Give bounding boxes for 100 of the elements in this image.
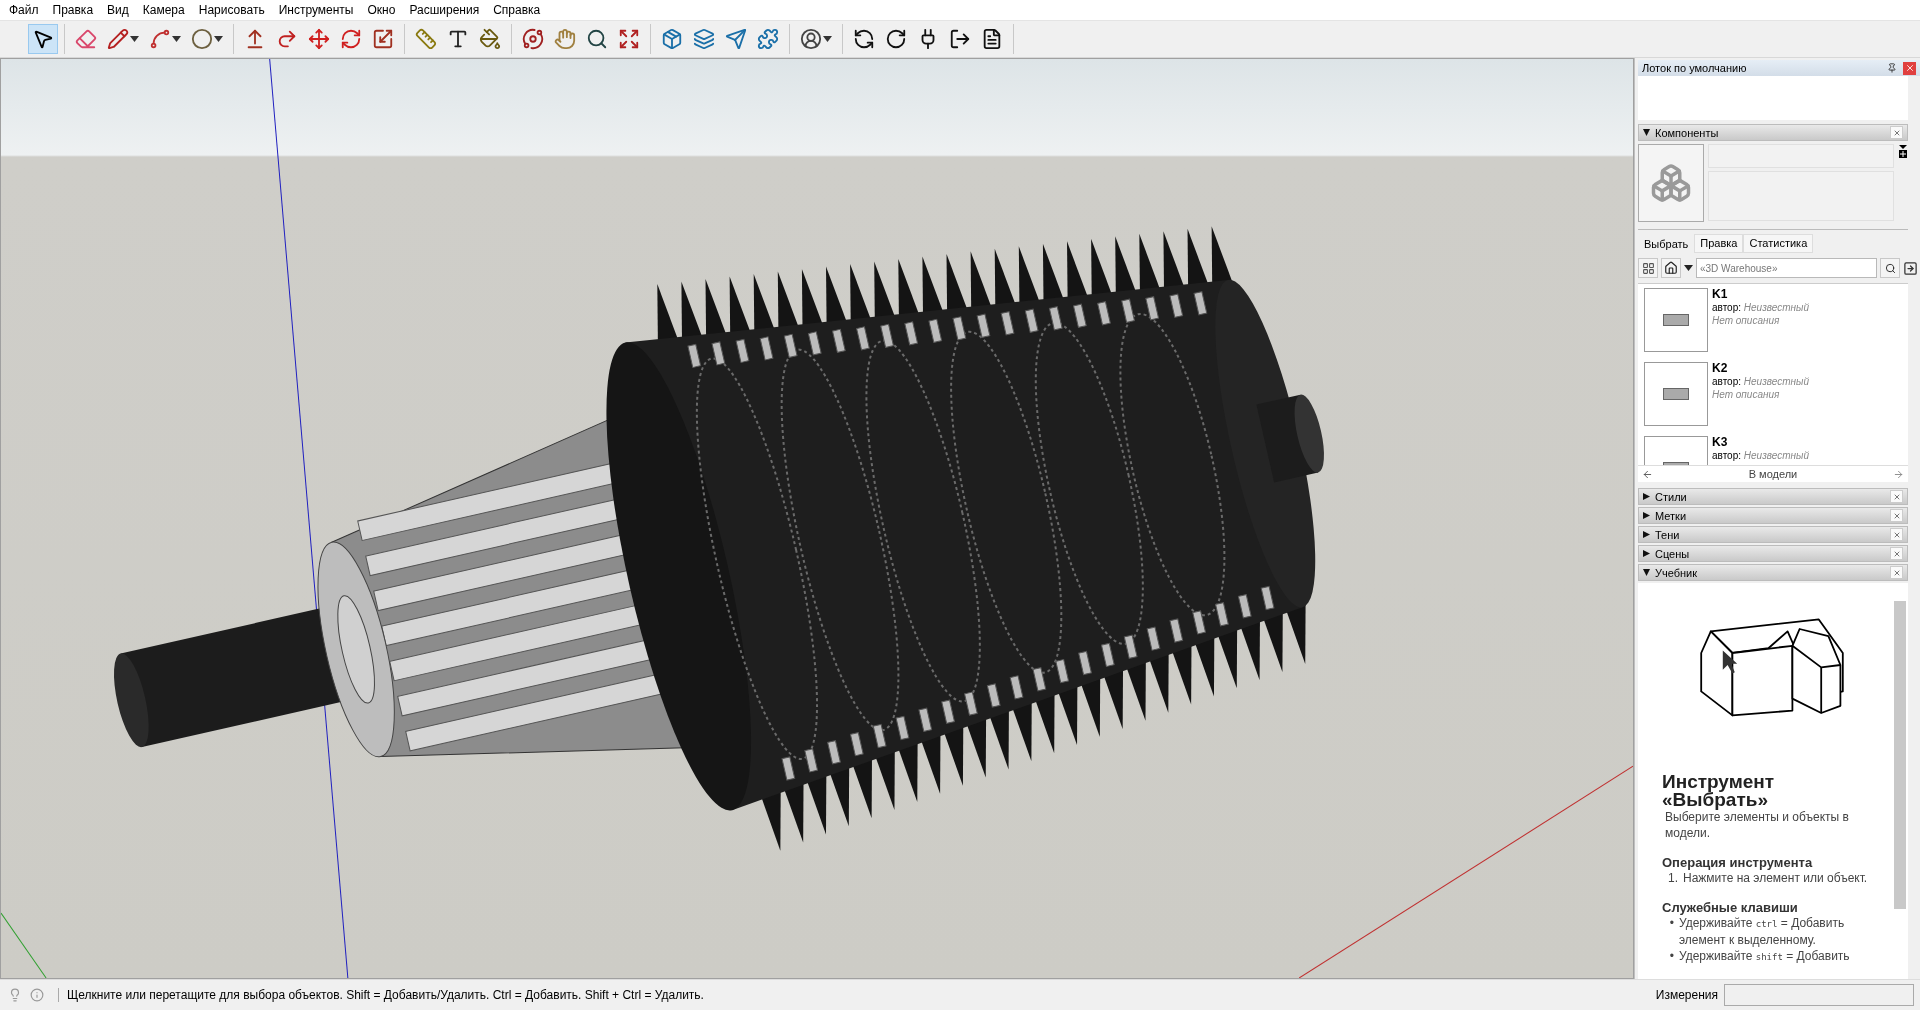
curved-arrow-icon — [276, 28, 298, 50]
paint-bucket-icon — [479, 28, 501, 50]
package-icon — [661, 28, 683, 50]
instructor-step: Удерживайте ctrl = Добавить элемент к выделенному. — [1679, 915, 1884, 948]
send-icon — [725, 28, 747, 50]
component-drawing — [1663, 314, 1689, 326]
move-arrows-icon — [308, 28, 330, 50]
component-name[interactable]: K1 — [1712, 288, 1809, 301]
reload-icon — [885, 28, 907, 50]
zoom-extents-icon — [618, 28, 640, 50]
details-menu-icon[interactable] — [1898, 144, 1908, 158]
stacked-layers-icon — [693, 28, 715, 50]
component-author: автор: Неизвестный — [1712, 375, 1809, 388]
back-button[interactable] — [1642, 468, 1653, 480]
tape-measure-icon — [415, 28, 437, 50]
instructor-step: Нажмите на элемент или объект. — [1683, 870, 1884, 886]
rotate-arrows-icon — [340, 28, 362, 50]
component-author: автор: Неизвестный — [1712, 449, 1809, 462]
instructor-heading: Операция инструмента — [1662, 855, 1814, 870]
menu-item[interactable]: Файл — [2, 3, 46, 17]
section-header[interactable]: Тени — [1638, 526, 1908, 543]
search-field[interactable]: «3D Warehouse» — [1696, 258, 1877, 278]
close-icon[interactable] — [1890, 566, 1903, 579]
pin-button[interactable] — [1887, 63, 1897, 73]
list-marker: • — [1668, 948, 1674, 965]
forward-button[interactable] — [1893, 468, 1904, 480]
component-drawing — [1663, 388, 1689, 400]
close-icon[interactable] — [1890, 126, 1903, 139]
search-button[interactable] — [1880, 258, 1900, 278]
menu-item[interactable]: Вид — [100, 3, 136, 17]
home-button[interactable] — [1661, 258, 1681, 278]
collection-label: В модели — [1747, 468, 1799, 480]
status-message: Щелкните или перетащите для выбора объектов. Shift = Добавить/Удалить. Ctrl = Добавить. Shift + Ctrl = Удалить. — [58, 988, 1656, 1002]
3d-viewport[interactable] — [0, 58, 1634, 979]
circle-icon — [191, 28, 213, 50]
collapsed-triangle-icon — [1643, 493, 1650, 500]
axis-line — [1, 912, 47, 978]
list-marker: • — [1668, 915, 1674, 932]
close-icon[interactable] — [1890, 528, 1903, 541]
orbit-icon — [522, 28, 544, 50]
close-icon[interactable] — [1890, 490, 1903, 503]
arrow-cursor-icon — [32, 28, 54, 50]
component-description: Нет описания — [1712, 314, 1781, 327]
section-header[interactable]: Сцены — [1638, 545, 1908, 562]
section-header[interactable]: Метки — [1638, 507, 1908, 524]
menu-item[interactable]: Расширения — [402, 3, 487, 17]
cubes-icon — [1650, 162, 1692, 204]
reload-icon — [853, 28, 875, 50]
zoom-icon — [586, 28, 608, 50]
measurements-label: Измерения — [1655, 988, 1718, 1002]
tray-title: Лоток по умолчанию — [1642, 62, 1748, 74]
home-icon — [1664, 261, 1678, 275]
list-marker: 1. — [1667, 870, 1678, 886]
instructor-heading: Служебные клавиши — [1662, 900, 1799, 915]
close-button[interactable] — [1903, 61, 1916, 75]
expanded-triangle-icon — [1643, 129, 1650, 136]
component-name[interactable]: K3 — [1712, 436, 1809, 449]
close-icon[interactable] — [1890, 509, 1903, 522]
collapsed-triangle-icon — [1643, 531, 1650, 538]
panel-tab[interactable]: Правка — [1694, 234, 1744, 253]
caret-icon — [823, 36, 832, 42]
component-thumbnail[interactable] — [1644, 288, 1708, 352]
measurements-field[interactable] — [1724, 984, 1914, 1006]
menu-item[interactable]: Нарисовать — [191, 3, 272, 17]
view-options-button[interactable] — [1638, 258, 1658, 278]
menu-item[interactable]: Правка — [45, 3, 101, 17]
section-header[interactable]: Компоненты — [1638, 124, 1908, 141]
instructor-step: Удерживайте shift = Добавить — [1679, 948, 1884, 965]
user-profile-icon — [800, 28, 822, 50]
hand-icon — [554, 28, 576, 50]
pin-icon — [1887, 63, 1897, 73]
instructor-intro: Выберите элементы и объекты в модели. — [1665, 810, 1850, 841]
grid-icon — [1641, 261, 1655, 275]
collapsed-triangle-icon — [1643, 512, 1650, 519]
arc-icon — [149, 28, 171, 50]
component-description: Нет описания — [1712, 388, 1781, 401]
caret-icon[interactable] — [1684, 264, 1693, 272]
collapsed-triangle-icon — [1643, 550, 1650, 557]
component-author: автор: Неизвестный — [1712, 301, 1809, 314]
menu-item[interactable]: Инструменты — [271, 3, 361, 17]
menu-item[interactable]: Камера — [135, 3, 192, 17]
close-icon[interactable] — [1890, 547, 1903, 560]
forward-arrow-icon — [1893, 468, 1904, 480]
section-header[interactable]: Учебник — [1638, 564, 1908, 581]
document-icon — [981, 28, 1003, 50]
exit-icon — [949, 28, 971, 50]
menu-item[interactable]: Окно — [360, 3, 403, 17]
search-icon — [1884, 262, 1896, 274]
component-thumbnail[interactable] — [1644, 362, 1708, 426]
select-tool-button[interactable] — [28, 24, 58, 54]
caret-icon — [172, 36, 181, 42]
panel-tab[interactable]: Статистика — [1743, 234, 1814, 253]
component-name[interactable]: K2 — [1712, 362, 1809, 375]
section-header[interactable]: Стили — [1638, 488, 1908, 505]
scale-icon — [372, 28, 394, 50]
scrollbar[interactable] — [1894, 601, 1906, 909]
menu-item[interactable]: Справка — [486, 3, 548, 17]
text-icon — [447, 28, 469, 50]
close-icon — [1904, 63, 1915, 73]
caret-icon — [214, 36, 223, 42]
